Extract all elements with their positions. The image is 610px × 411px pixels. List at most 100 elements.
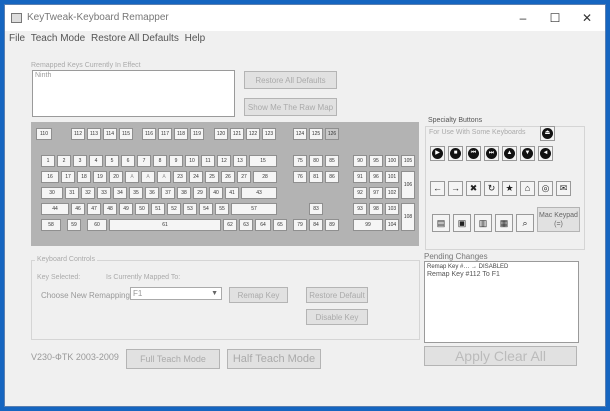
- key-105[interactable]: 105: [401, 155, 415, 167]
- key-28[interactable]: 28: [253, 171, 277, 183]
- key-53[interactable]: 53: [183, 203, 197, 215]
- key-49[interactable]: 49: [119, 203, 133, 215]
- key-64[interactable]: 64: [255, 219, 271, 231]
- key-124[interactable]: 124: [293, 128, 307, 140]
- key-59[interactable]: 59: [67, 219, 81, 231]
- disable-key-button[interactable]: Disable Key: [306, 309, 368, 325]
- key-30[interactable]: 30: [41, 187, 63, 199]
- key-37[interactable]: 37: [161, 187, 175, 199]
- key-15[interactable]: 15: [249, 155, 277, 167]
- key-119[interactable]: 119: [190, 128, 204, 140]
- key-43[interactable]: 43: [241, 187, 277, 199]
- remapping-dropdown[interactable]: F1 ▼: [130, 287, 222, 300]
- stop-icon[interactable]: ■: [448, 146, 463, 161]
- key-47[interactable]: 47: [87, 203, 101, 215]
- half-teach-mode-button[interactable]: Half Teach Mode: [227, 349, 321, 369]
- key-2[interactable]: 2: [57, 155, 71, 167]
- remap-key-button[interactable]: Remap Key: [229, 287, 288, 303]
- volume-up-icon[interactable]: ▲: [502, 146, 517, 161]
- remapped-keys-list[interactable]: Ninth: [32, 70, 235, 117]
- mail-icon[interactable]: ✉: [556, 181, 571, 196]
- apply-clear-all-button[interactable]: Apply Clear All: [424, 346, 577, 366]
- key-A[interactable]: A: [157, 171, 171, 183]
- key-86[interactable]: 86: [325, 171, 339, 183]
- key-118[interactable]: 118: [174, 128, 188, 140]
- key-106[interactable]: 106: [401, 171, 415, 199]
- key-103[interactable]: 103: [385, 203, 399, 215]
- key-23[interactable]: 23: [173, 171, 187, 183]
- list-item[interactable]: Ninth: [33, 71, 234, 80]
- restore-all-defaults-button[interactable]: Restore All Defaults: [244, 71, 337, 89]
- key-83[interactable]: 83: [309, 203, 323, 215]
- refresh-icon[interactable]: ↻: [484, 181, 499, 196]
- maximize-button[interactable]: ☐: [539, 8, 571, 28]
- key-122[interactable]: 122: [246, 128, 260, 140]
- key-65[interactable]: 65: [273, 219, 287, 231]
- key-93[interactable]: 93: [353, 203, 367, 215]
- media-icon[interactable]: ▥: [474, 214, 492, 232]
- my-computer-icon[interactable]: ▣: [453, 214, 471, 232]
- calculator-icon[interactable]: ▤: [432, 214, 450, 232]
- key-A[interactable]: A: [125, 171, 139, 183]
- key-24[interactable]: 24: [189, 171, 203, 183]
- key-112[interactable]: 112: [71, 128, 85, 140]
- key-27[interactable]: 27: [237, 171, 251, 183]
- restore-default-button[interactable]: Restore Default: [306, 287, 368, 303]
- show-raw-map-button[interactable]: Show Me The Raw Map: [244, 98, 337, 116]
- key-60[interactable]: 60: [87, 219, 107, 231]
- key-36[interactable]: 36: [145, 187, 159, 199]
- key-89[interactable]: 89: [325, 219, 339, 231]
- menu-restore-all-defaults[interactable]: Restore All Defaults: [91, 33, 179, 44]
- prev-track-icon[interactable]: ⏮: [466, 146, 481, 161]
- key-84[interactable]: 84: [309, 219, 323, 231]
- key-76[interactable]: 76: [293, 171, 307, 183]
- key-16[interactable]: 16: [41, 171, 59, 183]
- menu-file[interactable]: File: [9, 33, 25, 44]
- next-track-icon[interactable]: ⏭: [484, 146, 499, 161]
- pending-changes-list[interactable]: Remap Key #… → DISABLED Remap Key #112 T…: [424, 261, 579, 343]
- key-113[interactable]: 113: [87, 128, 101, 140]
- stop-web-icon[interactable]: ✖: [466, 181, 481, 196]
- volume-down-icon[interactable]: ▼: [520, 146, 535, 161]
- full-teach-mode-button[interactable]: Full Teach Mode: [126, 349, 220, 369]
- key-6[interactable]: 6: [121, 155, 135, 167]
- key-97[interactable]: 97: [369, 187, 383, 199]
- key-33[interactable]: 33: [97, 187, 111, 199]
- key-58[interactable]: 58: [41, 219, 61, 231]
- key-25[interactable]: 25: [205, 171, 219, 183]
- key-108[interactable]: 108: [401, 203, 415, 231]
- menu-help[interactable]: Help: [185, 33, 206, 44]
- key-50[interactable]: 50: [135, 203, 149, 215]
- key-32[interactable]: 32: [81, 187, 95, 199]
- forward-icon[interactable]: →: [448, 181, 463, 196]
- key-A[interactable]: A: [141, 171, 155, 183]
- key-3[interactable]: 3: [73, 155, 87, 167]
- key-85[interactable]: 85: [325, 155, 339, 167]
- key-52[interactable]: 52: [167, 203, 181, 215]
- minimize-button[interactable]: –: [507, 8, 539, 28]
- key-31[interactable]: 31: [65, 187, 79, 199]
- menu-teach-mode[interactable]: Teach Mode: [31, 33, 85, 44]
- key-92[interactable]: 92: [353, 187, 367, 199]
- key-10[interactable]: 10: [185, 155, 199, 167]
- key-100[interactable]: 100: [385, 155, 399, 167]
- key-29[interactable]: 29: [193, 187, 207, 199]
- key-35[interactable]: 35: [129, 187, 143, 199]
- key-80[interactable]: 80: [309, 155, 323, 167]
- key-79[interactable]: 79: [293, 219, 307, 231]
- key-121[interactable]: 121: [230, 128, 244, 140]
- mac-keypad-button[interactable]: Mac Keypad (=): [537, 207, 580, 232]
- key-96[interactable]: 96: [369, 171, 383, 183]
- key-41[interactable]: 41: [225, 187, 239, 199]
- key-110[interactable]: 110: [36, 128, 52, 140]
- key-48[interactable]: 48: [103, 203, 117, 215]
- key-34[interactable]: 34: [113, 187, 127, 199]
- key-12[interactable]: 12: [217, 155, 231, 167]
- key-75[interactable]: 75: [293, 155, 307, 167]
- home-icon[interactable]: ⌂: [520, 181, 535, 196]
- key-125[interactable]: 125: [309, 128, 323, 140]
- key-1[interactable]: 1: [41, 155, 55, 167]
- key-117[interactable]: 117: [158, 128, 172, 140]
- key-115[interactable]: 115: [119, 128, 133, 140]
- key-120[interactable]: 120: [214, 128, 228, 140]
